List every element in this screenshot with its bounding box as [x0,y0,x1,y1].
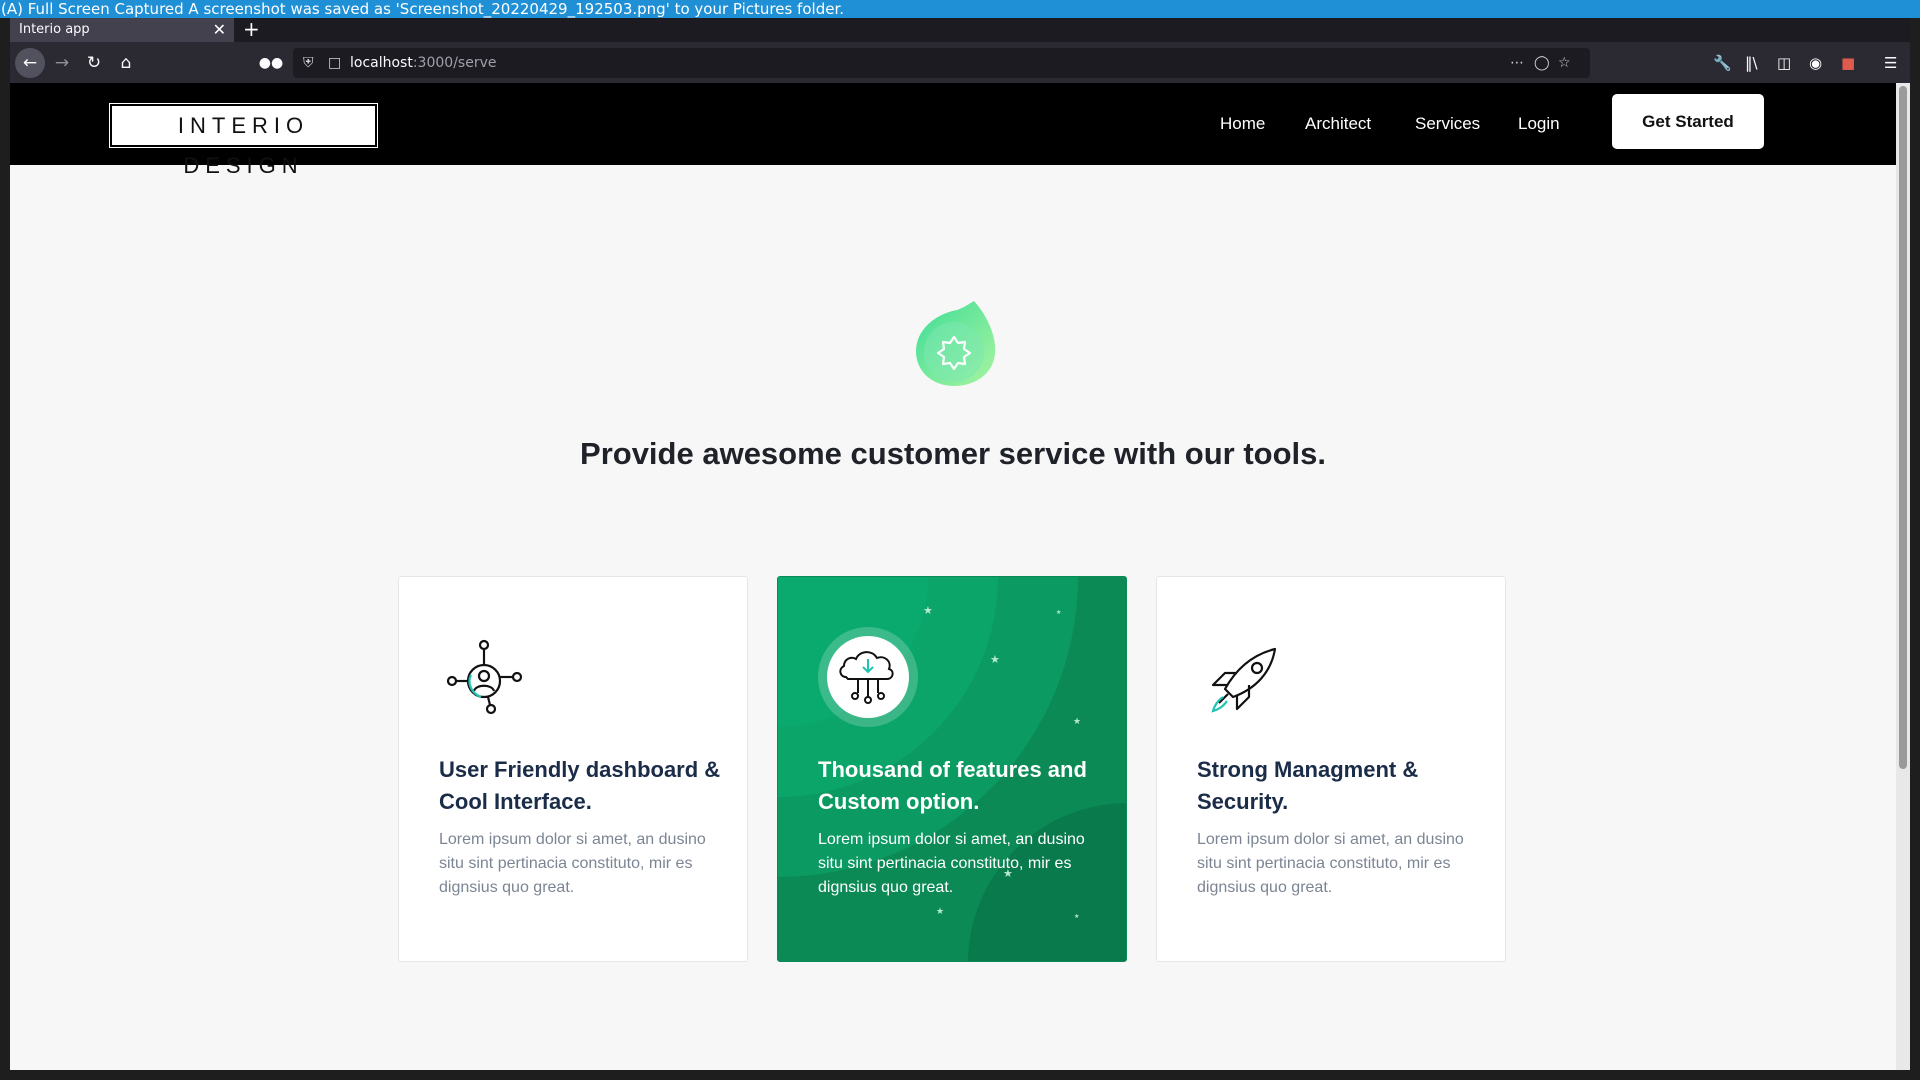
nav-home[interactable]: Home [1220,83,1265,165]
browser-tab[interactable]: Interio app ✕ [10,18,234,42]
shield-icon[interactable]: ⛨ [303,48,314,78]
rocket-icon [1211,647,1277,713]
new-tab-button[interactable]: + [243,18,260,40]
browser-toolbar: ← → ↻ ⌂ ●● ⛨ □ localhost:3000/serve ⋯ ◯ … [10,42,1910,83]
feature-card-3[interactable]: Strong Managment & Security. Lorem ipsum… [1156,576,1506,962]
svg-text:★: ★ [1073,717,1081,727]
card-title: Thousand of features and Custom option. [818,757,1087,814]
card-title: Strong Managment & Security. [1197,757,1419,814]
tracking-icon[interactable]: ●● [256,48,286,78]
browser-chrome: Interio app ✕ + ← → ↻ ⌂ ●● ⛨ □ localhost… [10,18,1910,83]
url-text[interactable]: localhost:3000/serve [350,48,496,78]
hero-title: Provide awesome customer service with ou… [580,436,1326,471]
nav-architect[interactable]: Architect [1305,83,1371,165]
account-icon[interactable]: ◉ [1809,48,1822,78]
svg-text:★: ★ [923,604,933,617]
home-icon[interactable]: ⌂ [111,48,141,78]
feature-card-2[interactable]: ★ ★ ★ ★ ★ ★ ★ Thousand of features and C… [777,576,1127,962]
gear-drop-icon [916,301,996,386]
forward-icon[interactable]: → [47,48,77,78]
pocket-icon[interactable]: ◯ [1534,48,1550,78]
tab-strip: Interio app ✕ + [10,18,1910,42]
bookmark-star-icon[interactable]: ☆ [1558,48,1571,78]
card-text: Lorem ipsum dolor si amet, an dusino sit… [439,831,706,896]
extension-icon[interactable]: ■ [1841,48,1855,78]
reload-icon[interactable]: ↻ [79,48,109,78]
scrollbar-thumb[interactable] [1899,86,1907,769]
page-icon: □ [328,55,342,71]
page-scrollbar[interactable] [1896,83,1910,1070]
tab-title: Interio app [19,22,90,37]
menu-icon[interactable]: ☰ [1884,48,1897,78]
site-header: INTERIO DESIGN Home Architect Services L… [10,83,1896,178]
svg-text:★: ★ [1056,609,1061,616]
tab-close-icon[interactable]: ✕ [213,18,226,42]
card-text: Lorem ipsum dolor si amet, an dusino sit… [1197,831,1464,896]
cloud-download-icon [818,627,918,727]
wrench-icon[interactable]: 🔧 [1713,48,1732,78]
svg-text:★: ★ [1074,913,1079,920]
library-icon[interactable]: ‖\ [1745,48,1758,78]
screenshot-notification: (A) Full Screen Captured A screenshot wa… [0,0,1920,18]
window-bottom-edge [0,1070,1920,1080]
nav-login[interactable]: Login [1518,83,1560,165]
back-icon[interactable]: ← [15,48,45,78]
page-viewport: INTERIO DESIGN Home Architect Services L… [10,83,1896,1070]
get-started-button[interactable]: Get Started [1612,94,1764,149]
feature-card-1[interactable]: User Friendly dashboard & Cool Interface… [398,576,748,962]
more-icon[interactable]: ⋯ [1510,48,1524,78]
svg-text:★: ★ [936,907,944,917]
site-logo[interactable]: INTERIO DESIGN [109,103,378,178]
svg-text:★: ★ [990,653,1000,666]
address-bar[interactable]: ⛨ □ localhost:3000/serve ⋯ ◯ ☆ [293,48,1590,78]
card-title: User Friendly dashboard & Cool Interface… [439,757,721,814]
user-network-icon [446,639,523,715]
card-text: Lorem ipsum dolor si amet, an dusino sit… [818,831,1085,896]
sidebar-icon[interactable]: ◫ [1777,48,1791,78]
nav-services[interactable]: Services [1415,83,1480,165]
